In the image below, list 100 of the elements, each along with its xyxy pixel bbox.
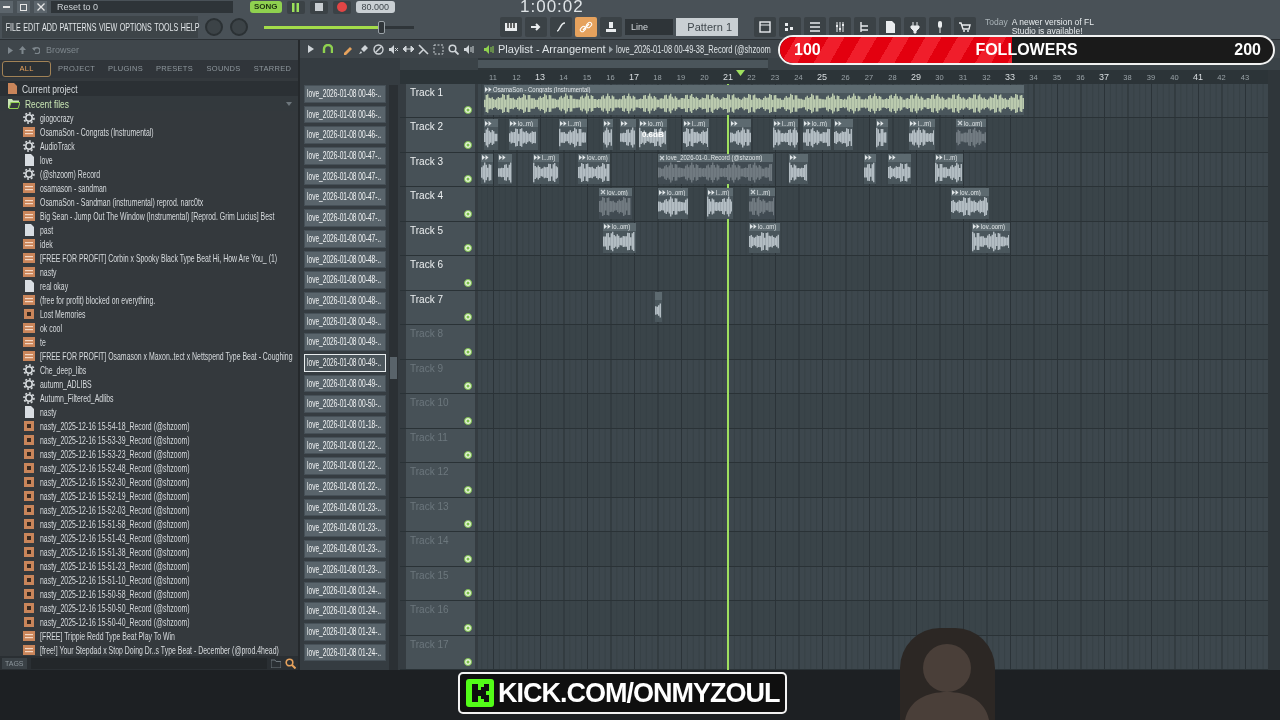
clip-list-item[interactable]: love_2026-01-08 01-24-.. <box>304 622 386 641</box>
undo-icon[interactable] <box>32 46 40 54</box>
audio-clip[interactable] <box>789 153 808 185</box>
track-enable-icon[interactable] <box>464 175 472 184</box>
browser-item[interactable]: OsamaSon - Congrats (Instrumental) <box>0 125 298 139</box>
track-enable-icon[interactable] <box>464 278 472 287</box>
toolbar-button[interactable] <box>904 17 926 37</box>
browser-item[interactable]: Che_deep_libs <box>0 363 298 377</box>
song-mode-toggle[interactable]: SONG <box>250 1 282 13</box>
track-header[interactable]: Track 6 <box>400 256 478 290</box>
audio-clip[interactable] <box>481 153 493 185</box>
browser-item[interactable]: love <box>0 153 298 167</box>
browser-item[interactable]: Lost Memories <box>0 307 298 321</box>
snap-dropdown[interactable]: Line <box>625 19 673 35</box>
volume-thumb[interactable] <box>378 20 385 34</box>
browser-item[interactable]: nasty_2025-12-16 15-53-39_Record (@shzoom) <box>0 433 298 447</box>
track-enable-icon[interactable] <box>464 209 472 218</box>
toolbar-button[interactable] <box>954 17 976 37</box>
menu-item[interactable]: OPTIONS <box>118 18 153 36</box>
browser-item[interactable]: te <box>0 335 298 349</box>
clip-list-item[interactable]: love_2026-01-08 00-47-.. <box>304 209 386 227</box>
magnet-tool[interactable] <box>321 43 333 55</box>
clip-list-item[interactable]: love_2026-01-08 01-24-.. <box>304 643 386 662</box>
pattern-selector[interactable]: Pattern 1 <box>676 18 738 36</box>
browser-item[interactable]: Big Sean - Jump Out The Window (Instrumental) [Reprod. Grim Lucius] Best <box>0 209 298 223</box>
track-header[interactable]: Track 7 <box>400 290 478 325</box>
toolbar-button[interactable] <box>804 17 826 37</box>
search-icon[interactable] <box>285 657 296 669</box>
browser-item[interactable]: nasty_2025-12-16 15-50-40_Record (@shzoom) <box>0 615 298 629</box>
track-header[interactable]: Track 2 <box>400 118 478 152</box>
browser-item[interactable]: [free!] Your Stepdad x Stop Doing Dr..s Type Beat - December (@prod.4head) <box>0 643 298 656</box>
track-enable-icon[interactable] <box>464 313 472 322</box>
audio-clip[interactable] <box>497 153 512 185</box>
menu-item[interactable]: TOOLS <box>153 18 180 36</box>
browser-item[interactable]: autumn_ADLIBS <box>0 377 298 391</box>
track-enable-icon[interactable] <box>464 106 472 115</box>
clip-list-item[interactable]: love_2026-01-08 01-24-.. <box>304 581 386 600</box>
track-enable-icon[interactable] <box>464 658 472 666</box>
track-enable-icon[interactable] <box>464 347 472 356</box>
clip-list-item[interactable]: love_2026-01-08 00-48-.. <box>304 271 386 289</box>
track-enable-icon[interactable] <box>464 244 472 253</box>
audio-clip[interactable] <box>833 119 853 150</box>
clip-list-item[interactable]: love_2026-01-08 00-49-.. <box>304 353 386 372</box>
menu-item[interactable]: EDIT <box>22 18 41 36</box>
toolbar-button[interactable] <box>854 17 876 37</box>
track-header[interactable]: Track 5 <box>400 221 478 256</box>
close-button[interactable] <box>34 1 47 13</box>
scrollbar[interactable] <box>389 85 398 670</box>
track-enable-icon[interactable] <box>464 140 472 149</box>
browser-item[interactable]: nasty <box>0 405 298 419</box>
track-enable-icon[interactable] <box>464 485 472 494</box>
tree-folder[interactable]: Current project <box>0 81 298 96</box>
zoom-tool[interactable] <box>447 43 459 55</box>
browser-item[interactable]: past <box>0 223 298 237</box>
minimize-button[interactable] <box>0 1 13 13</box>
slice-tool[interactable] <box>417 43 429 55</box>
browser-item[interactable]: nasty_2025-12-16 15-53-23_Record (@shzoom) <box>0 447 298 461</box>
browser-item[interactable]: nasty_2025-12-16 15-50-50_Record (@shzoom) <box>0 601 298 615</box>
clip-list-item[interactable]: love_2026-01-08 01-23-.. <box>304 560 386 579</box>
browser-item[interactable]: OsamaSon - Sandman (instrumental) reprod. narc0tx <box>0 195 298 209</box>
track-enable-icon[interactable] <box>464 520 472 529</box>
track-header[interactable]: Track 3 <box>400 152 478 187</box>
audio-clip[interactable] <box>730 119 752 150</box>
toolbar-button[interactable] <box>500 17 522 37</box>
browser-item[interactable]: [FREE] Trippie Redd Type Beat Play To Win <box>0 629 298 643</box>
mute-tool[interactable] <box>387 43 399 55</box>
browser-item[interactable]: nasty_2025-12-16 15-51-43_Record (@shzoom) <box>0 531 298 545</box>
track-enable-icon[interactable] <box>464 589 472 598</box>
menu-item[interactable]: PATTERNS <box>58 18 98 36</box>
clip-list-item[interactable]: love_2026-01-08 00-47-.. <box>304 229 386 248</box>
play-button[interactable] <box>286 0 305 14</box>
speaker-tool[interactable] <box>462 43 474 55</box>
clip-list-item[interactable]: love_2026-01-08 00-49-.. <box>304 312 386 331</box>
track-header[interactable]: Track 4 <box>400 187 478 221</box>
select-tool[interactable] <box>432 43 444 55</box>
toolbar-button[interactable] <box>754 17 776 37</box>
browser-item[interactable]: nasty_2025-12-16 15-51-23_Record (@shzoom) <box>0 559 298 573</box>
clip-list-item[interactable]: love_2026-01-08 00-46-.. <box>304 126 386 145</box>
slip-tool[interactable] <box>402 43 414 55</box>
browser-item[interactable]: [FREE FOR PROFIT] Corbin x Spooky Black Type Beat Hi, How Are You_ (1) <box>0 251 298 265</box>
browser-item[interactable]: [FREE FOR PROFIT] Osamason x Maxon..tect x Nettspend Type Beat - Coughing <box>0 349 298 363</box>
toolbar-button[interactable] <box>929 17 951 37</box>
toolbar-button[interactable] <box>525 17 547 37</box>
clip-list-item[interactable]: love_2026-01-08 01-23-.. <box>304 519 386 538</box>
audio-clip[interactable] <box>876 119 888 150</box>
browser-item[interactable]: nasty_2025-12-16 15-52-03_Record (@shzoom) <box>0 503 298 517</box>
vertical-scrollbar[interactable] <box>1268 70 1280 670</box>
scrollbar-thumb[interactable] <box>390 357 397 379</box>
browser-item[interactable]: nasty_2025-12-16 15-52-19_Record (@shzoom) <box>0 489 298 503</box>
clip-list-item[interactable]: love_2026-01-08 01-22-.. <box>304 457 386 476</box>
clip-list-item[interactable]: love_2026-01-08 00-48-.. <box>304 291 386 310</box>
brush-tool[interactable] <box>357 43 369 55</box>
browser-item[interactable]: Autumn_Filtered_Adlibs <box>0 391 298 405</box>
track-enable-icon[interactable] <box>464 382 472 391</box>
toolbar-button[interactable] <box>879 17 901 37</box>
tag-filter-field[interactable] <box>30 657 267 669</box>
clip-list-item[interactable]: love_2026-01-08 00-49-.. <box>304 333 386 351</box>
tempo-field[interactable]: 80.000 <box>355 1 396 13</box>
clip-list-item[interactable]: love_2026-01-08 00-48-.. <box>304 250 386 269</box>
browser-item[interactable]: nasty_2025-12-16 15-54-18_Record (@shzoom) <box>0 419 298 433</box>
